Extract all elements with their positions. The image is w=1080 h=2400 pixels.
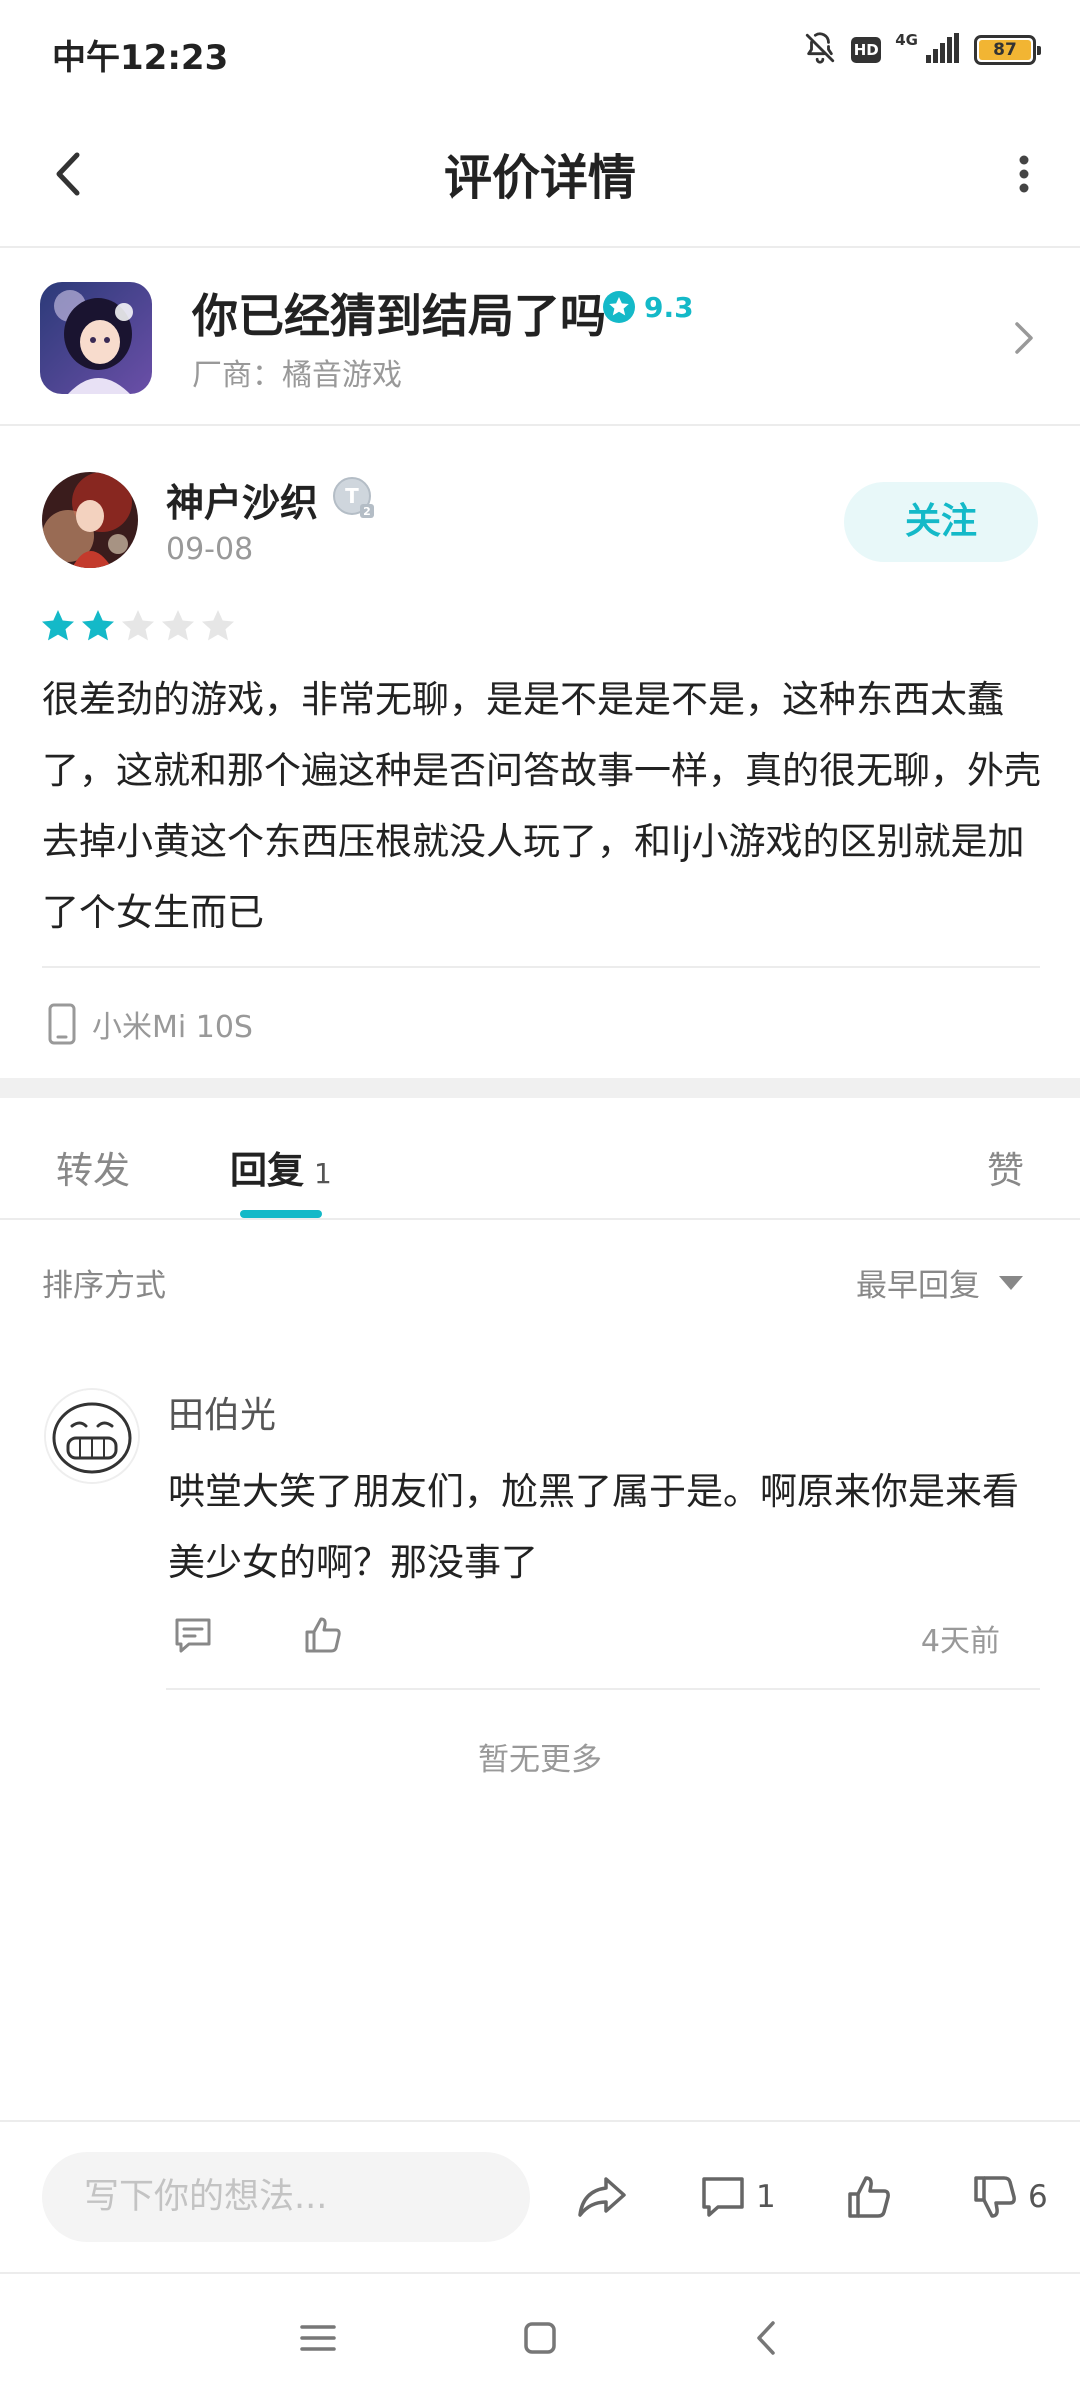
square-icon bbox=[524, 2322, 556, 2354]
comment-text: 哄堂大笑了朋友们，尬黑了属于是。啊原来你是来看美少女的啊？那没事了 bbox=[168, 1470, 1019, 1584]
more-vertical-icon bbox=[1019, 155, 1029, 193]
svg-text:T: T bbox=[345, 484, 359, 508]
section-divider bbox=[0, 1078, 1080, 1098]
sort-dropdown[interactable]: 最早回复 bbox=[856, 1260, 1024, 1305]
device-info: 小米Mi 10S bbox=[48, 1002, 253, 1046]
star-filled-icon bbox=[82, 610, 114, 641]
status-bar: 中午12:23 HD 4G 87 bbox=[0, 0, 1080, 100]
tab-reply-count: 1 bbox=[314, 1157, 332, 1190]
share-button[interactable] bbox=[576, 2162, 628, 2232]
star-filled-icon bbox=[42, 610, 74, 641]
menu-icon bbox=[300, 2325, 336, 2351]
bell-muted-icon bbox=[803, 31, 837, 69]
tab-reply-label: 回复 bbox=[230, 1149, 304, 1192]
battery-icon: 87 bbox=[974, 35, 1041, 65]
chevron-left-icon bbox=[757, 2321, 775, 2355]
status-time: 中午12:23 bbox=[52, 38, 229, 78]
star-empty-icon bbox=[122, 610, 154, 641]
nav-menu-button[interactable] bbox=[288, 2308, 348, 2368]
network-label: 4G bbox=[895, 31, 918, 49]
upvote-button[interactable] bbox=[846, 2162, 892, 2232]
follow-button[interactable]: 关注 bbox=[844, 482, 1038, 562]
no-more-label: 暂无更多 bbox=[478, 1742, 602, 1778]
review: 神户沙织 T2 09-08 关注 很差劲的游戏，非常无聊，是是不是是不是，这种东… bbox=[0, 428, 1080, 1078]
comment: 田伯光 哄堂大笑了朋友们，尬黑了属于是。啊原来你是来看美少女的啊？那没事了 4天… bbox=[0, 1370, 1080, 1690]
divider bbox=[166, 1688, 1040, 1690]
battery-level: 87 bbox=[979, 40, 1031, 60]
reply-button[interactable]: 1 bbox=[700, 2162, 776, 2232]
page-title: 评价详情 bbox=[443, 150, 636, 206]
tab-reply[interactable]: 回复 1 bbox=[230, 1140, 332, 1194]
comment-time: 4天前 bbox=[920, 1624, 1000, 1659]
rating-stars bbox=[40, 608, 236, 644]
dislike-count: 6 bbox=[1028, 2179, 1048, 2215]
chevron-right-icon[interactable] bbox=[996, 310, 1052, 366]
comment-input[interactable] bbox=[42, 2152, 530, 2242]
game-icon bbox=[40, 282, 152, 394]
bottom-action-bar: 1 6 bbox=[0, 2120, 1080, 2270]
tab-forward[interactable]: 转发 bbox=[56, 1140, 130, 1194]
thumbs-up-icon bbox=[305, 1617, 341, 1653]
comment-actions: 4天前 bbox=[168, 1610, 1000, 1670]
tab-indicator bbox=[240, 1210, 322, 1218]
tab-like[interactable]: 赞 bbox=[987, 1140, 1024, 1194]
phone-icon bbox=[48, 1003, 76, 1045]
star-empty-icon bbox=[202, 610, 234, 641]
level-badge-icon: T2 bbox=[332, 476, 376, 520]
signal-icon bbox=[926, 33, 960, 67]
sort-label: 排序方式 bbox=[42, 1268, 166, 1304]
divider bbox=[42, 966, 1040, 968]
header: 评价详情 bbox=[0, 100, 1080, 248]
sort-row: 排序方式 最早回复 bbox=[0, 1222, 1080, 1332]
comment-user-name[interactable]: 田伯光 bbox=[168, 1386, 276, 1438]
comment-reply-button[interactable] bbox=[168, 1610, 218, 1660]
downvote-button[interactable]: 6 bbox=[972, 2162, 1048, 2232]
avatar[interactable] bbox=[42, 472, 138, 568]
nav-back-button[interactable] bbox=[736, 2308, 796, 2368]
comment-icon bbox=[702, 2177, 744, 2217]
device-name: 小米Mi 10S bbox=[92, 1010, 253, 1045]
comment-icon bbox=[175, 1618, 211, 1653]
review-date: 09-08 bbox=[166, 532, 254, 567]
review-text: 很差劲的游戏，非常无聊，是是不是是不是，这种东西太蠢了，这就和那个遍这种是否问答… bbox=[42, 678, 1041, 934]
system-nav-bar bbox=[0, 2272, 1080, 2400]
star-badge-icon bbox=[603, 291, 635, 323]
nav-home-button[interactable] bbox=[510, 2308, 570, 2368]
comment-like-button[interactable] bbox=[298, 1610, 348, 1660]
game-title: 你已经猜到结局了吗 bbox=[192, 289, 606, 343]
hd-badge: HD bbox=[851, 37, 882, 63]
avatar[interactable] bbox=[44, 1388, 140, 1484]
user-name[interactable]: 神户沙织 bbox=[166, 472, 318, 527]
thumbs-down-icon bbox=[974, 2176, 1016, 2218]
sort-selected: 最早回复 bbox=[856, 1268, 980, 1304]
game-vendor: 厂商：橘音游戏 bbox=[192, 358, 402, 393]
star-empty-icon bbox=[162, 610, 194, 641]
tabs: 转发 回复 1 赞 bbox=[0, 1098, 1080, 1220]
status-icons: HD 4G 87 bbox=[803, 28, 1041, 72]
game-score: 9.3 bbox=[602, 290, 694, 324]
svg-text:2: 2 bbox=[363, 505, 371, 518]
reply-count: 1 bbox=[756, 2179, 776, 2215]
thumbs-up-icon bbox=[848, 2176, 890, 2218]
game-score-value: 9.3 bbox=[644, 290, 694, 324]
more-options-button[interactable] bbox=[992, 142, 1056, 206]
game-card[interactable]: 你已经猜到结局了吗 9.3 厂商：橘音游戏 bbox=[0, 250, 1080, 426]
triangle-down-icon bbox=[999, 1275, 1023, 1290]
share-icon bbox=[578, 2177, 626, 2217]
